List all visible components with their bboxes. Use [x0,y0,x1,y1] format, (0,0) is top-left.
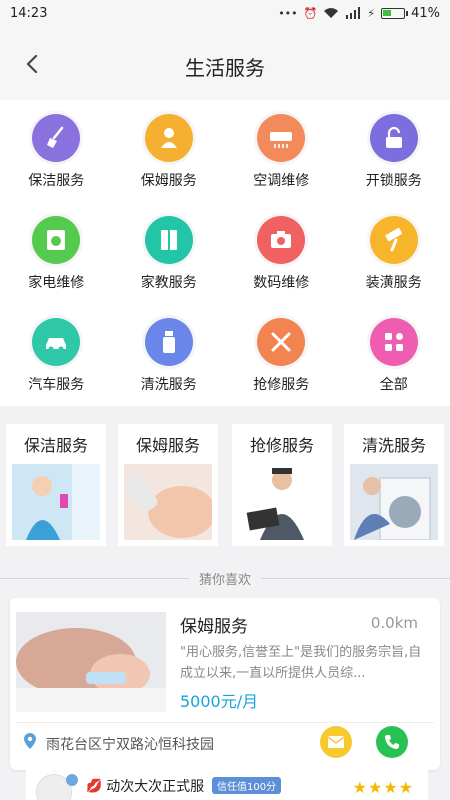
service-car[interactable]: 汽车服务 [0,304,113,406]
featured-card-cleaning[interactable]: 保洁服务 [6,424,106,546]
header: 生活服务 [0,26,450,100]
card-title: 保姆服务 [135,436,200,455]
service-appliance[interactable]: 家电维修 [0,202,113,304]
service-label: 汽车服务 [28,377,85,393]
card-title: 保洁服务 [23,436,88,455]
card-title: 抢修服务 [249,436,314,455]
status-bar: 14:23 ••• ⏰ ⚡ 41% [0,0,450,26]
unlock-icon [369,114,418,162]
service-label: 保姆服务 [140,173,197,189]
service-label: 数码维修 [253,275,310,291]
recommend-label: 猜你喜欢 [188,568,261,588]
service-washing[interactable]: 清洗服务 [113,304,226,406]
repair-technician-photo [238,464,326,540]
rating-stars: ★★★★ [352,778,414,797]
featured-card-repair[interactable]: 抢修服务 [232,424,332,546]
service-digital[interactable]: 数码维修 [225,202,338,304]
air-conditioner-icon [257,114,306,162]
paint-roller-icon [369,216,418,264]
signal-icon [346,7,361,19]
service-label: 家教服务 [140,275,197,291]
listing-separator [16,722,434,723]
battery-fill [383,9,391,16]
washing-machine-icon [32,216,81,264]
featured-section: 保洁服务 保姆服务 抢修服务 清洗服务 [0,416,450,552]
baby-icon [144,114,193,162]
service-repair[interactable]: 抢修服务 [225,304,338,406]
listing-distance: 0.0km [370,614,418,632]
message-button[interactable] [320,726,352,758]
listing-address: 雨花台区宁双路沁恒科技园 [46,737,214,753]
listing-description: "用心服务,信誉至上"是我们的服务宗旨,自成立以来,一直以所提供人员综... [180,645,422,681]
baby-bottle-photo [124,464,212,540]
camera-icon [257,216,306,264]
listing-price: 5000元/月 [180,692,259,711]
battery-icon [381,7,409,19]
service-label: 家电维修 [28,275,85,291]
service-label: 清洗服务 [140,377,197,393]
wifi-icon [324,8,339,18]
car-icon [32,318,81,366]
service-label: 保洁服务 [28,173,85,189]
service-label: 开锁服务 [365,173,422,189]
lips-icon: 💋 [86,778,103,794]
back-button[interactable] [16,48,48,80]
listing-title: 保姆服务 [180,617,248,637]
service-label: 全部 [379,377,408,393]
call-button[interactable] [376,726,408,758]
status-icons: ••• ⏰ ⚡ 41% [278,6,440,21]
status-time: 14:23 [10,5,48,21]
all-apps-icon [369,318,418,366]
listing-card-2[interactable]: 💋 动次大次正式服 信任值100分 ★★★★ [26,770,428,800]
listing2-name-row: 💋 动次大次正式服 [86,776,204,796]
listing-photo [16,612,166,712]
listing-card[interactable]: 保姆服务 0.0km "用心服务,信誉至上"是我们的服务宗旨,自成立以来,一直以… [10,598,440,770]
service-label: 抢修服务 [253,377,310,393]
service-label: 装潢服务 [365,275,422,291]
service-grid: 保洁服务 保姆服务 空调维修 开锁服务 家电维修 家教服务 数码维修 装潢服务 … [0,100,450,406]
more-dots-icon: ••• [278,6,298,20]
service-cleaning[interactable]: 保洁服务 [0,100,113,202]
broom-icon [32,114,81,162]
washing-machine-photo [350,464,438,540]
service-tutor[interactable]: 家教服务 [113,202,226,304]
verified-badge-icon [66,774,78,786]
service-all[interactable]: 全部 [338,304,450,406]
service-decoration[interactable]: 装潢服务 [338,202,450,304]
cleaning-woman-photo [12,464,100,540]
phone-icon [385,735,399,749]
service-nanny[interactable]: 保姆服务 [113,100,226,202]
location-pin-icon [24,733,36,749]
service-label: 空调维修 [253,173,310,189]
page-title: 生活服务 [185,56,265,80]
featured-card-washing[interactable]: 清洗服务 [344,424,444,546]
battery-percent: 41% [411,5,440,21]
service-unlock[interactable]: 开锁服务 [338,100,450,202]
listing2-name: 动次大次正式服 [106,779,205,795]
book-icon [144,216,193,264]
chevron-left-icon [26,54,38,74]
alarm-icon: ⏰ [303,6,318,20]
spray-bottle-icon [144,318,193,366]
trust-badge: 信任值100分 [212,777,282,794]
charging-icon: ⚡ [367,6,376,20]
card-title: 清洗服务 [361,436,426,455]
envelope-icon [327,736,345,748]
service-aircon[interactable]: 空调维修 [225,100,338,202]
recommend-divider: 猜你喜欢 [0,562,450,594]
tools-icon [257,318,306,366]
featured-card-nanny[interactable]: 保姆服务 [118,424,218,546]
